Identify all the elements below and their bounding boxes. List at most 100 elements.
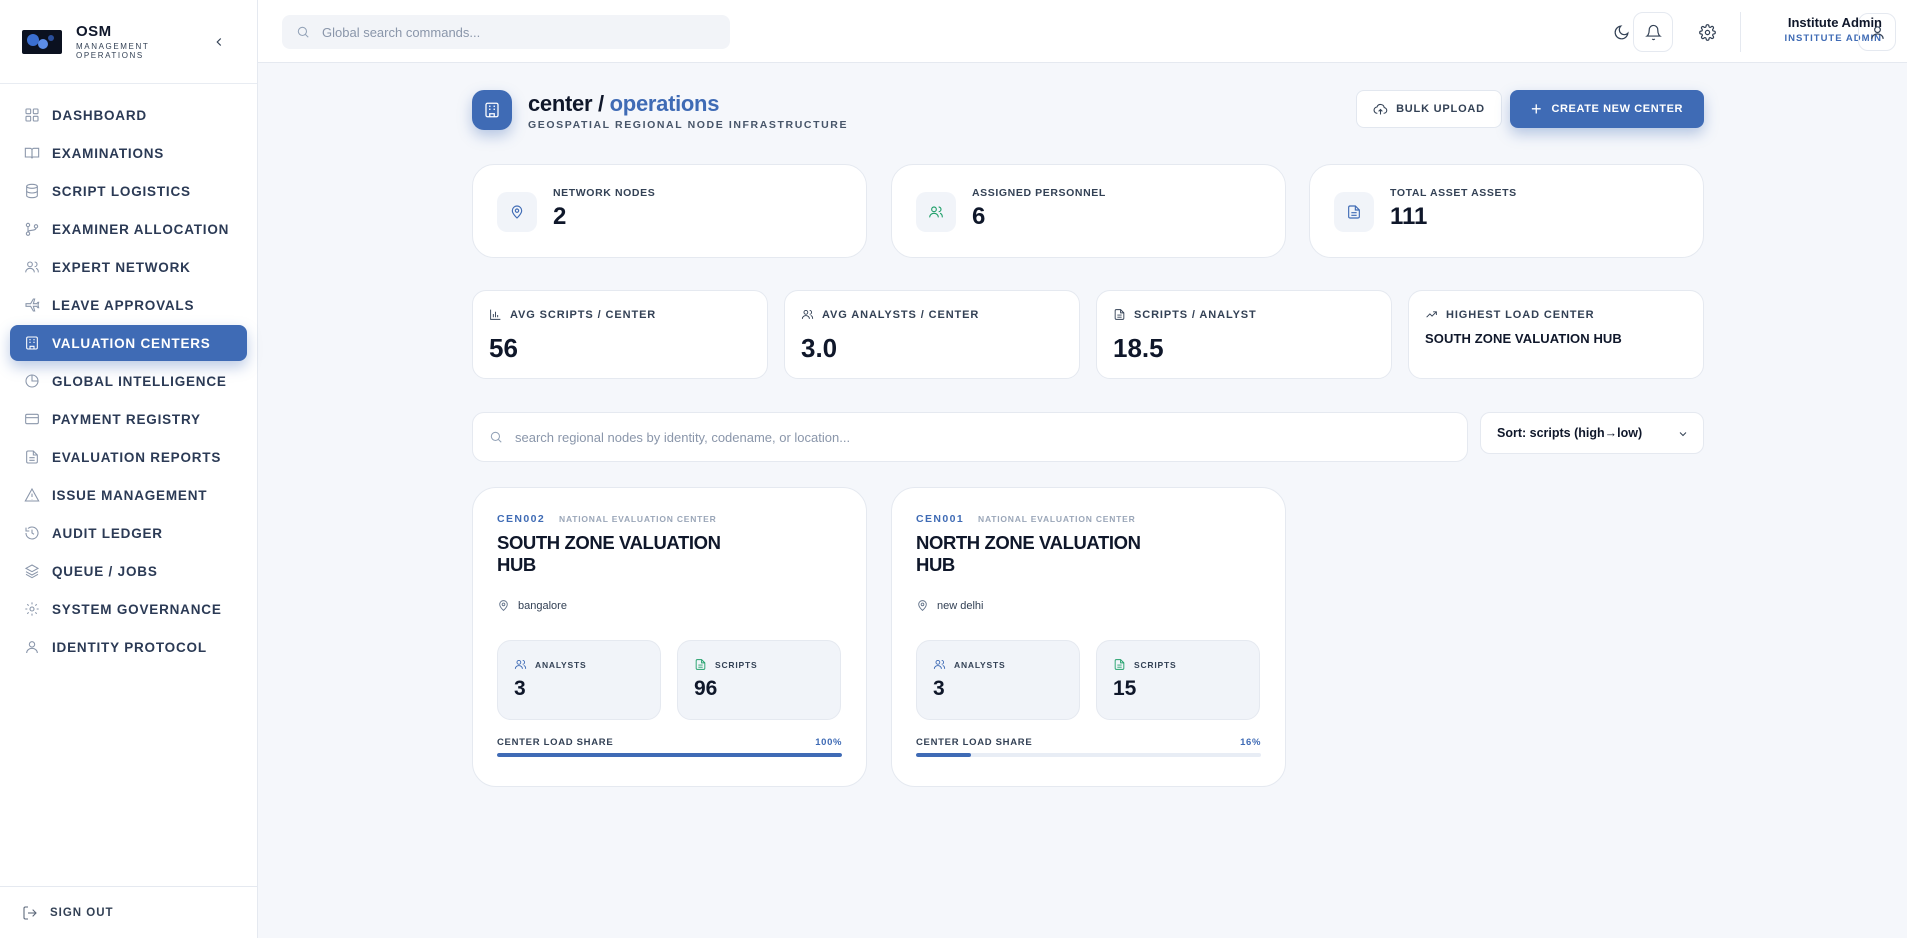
gear-icon xyxy=(25,602,39,616)
center-location-text: bangalore xyxy=(518,599,567,612)
center-name: SOUTH ZONE VALUATION HUB xyxy=(497,532,721,575)
analysts-box: ANALYSTS 3 xyxy=(916,640,1080,720)
map-pin-icon xyxy=(499,600,508,611)
page-icon xyxy=(472,90,512,130)
chevron-left-icon xyxy=(216,38,222,46)
file-text-icon xyxy=(695,659,706,670)
layers-icon xyxy=(24,564,40,579)
brand-title: OSM xyxy=(76,23,112,40)
sidebar-item-label: AUDIT LEDGER xyxy=(52,525,163,541)
sidebar-item-examiner-allocation[interactable]: EXAMINER ALLOCATION xyxy=(10,211,247,247)
stat-label: TOTAL ASSET ASSETS xyxy=(1390,187,1517,199)
search-icon xyxy=(297,26,309,38)
brand-logo xyxy=(22,29,62,54)
sidebar-item-script-logistics[interactable]: SCRIPT LOGISTICS xyxy=(10,173,247,209)
center-name: NORTH ZONE VALUATION HUB xyxy=(916,532,1141,575)
sidebar-item-queue-jobs[interactable]: QUEUE / JOBS xyxy=(10,553,247,589)
sidebar-item-global-intelligence[interactable]: GLOBAL INTELLIGENCE xyxy=(10,363,247,399)
bar-chart-icon xyxy=(490,309,501,320)
building-icon xyxy=(485,102,499,118)
sidebar-item-evaluation-reports[interactable]: EVALUATION REPORTS xyxy=(10,439,247,475)
settings-button[interactable] xyxy=(1687,12,1727,52)
bulk-upload-button[interactable]: BULK UPLOAD xyxy=(1356,90,1502,128)
analysts-value: 3 xyxy=(933,677,945,700)
load-share-bar xyxy=(497,753,842,757)
center-card[interactable]: CEN001 NATIONAL EVALUATION CENTER NORTH … xyxy=(891,487,1286,787)
global-search-input[interactable] xyxy=(322,24,722,40)
notifications-button[interactable] xyxy=(1633,12,1673,52)
sidebar-item-leave-approvals[interactable]: LEAVE APPROVALS xyxy=(10,287,247,323)
sidebar-item-expert-network[interactable]: EXPERT NETWORK xyxy=(10,249,247,285)
scripts-box: SCRIPTS 96 xyxy=(677,640,841,720)
file-text-icon xyxy=(1114,309,1125,320)
load-share-fill xyxy=(497,753,842,757)
sidebar-item-system-governance[interactable]: SYSTEM GOVERNANCE xyxy=(10,591,247,627)
header-divider xyxy=(1740,12,1741,52)
users-icon xyxy=(514,659,527,669)
create-center-label: CREATE NEW CENTER xyxy=(1551,103,1684,115)
sidebar-item-label: DASHBOARD xyxy=(52,107,147,123)
sidebar-item-audit-ledger[interactable]: AUDIT LEDGER xyxy=(10,515,247,551)
file-text-icon xyxy=(1114,659,1125,670)
stat-icon xyxy=(916,192,956,232)
stat-icon xyxy=(497,192,537,232)
sidebar-item-examinations[interactable]: EXAMINATIONS xyxy=(10,135,247,171)
collapse-sidebar-button[interactable] xyxy=(211,34,227,50)
pie-chart-icon xyxy=(25,374,39,388)
create-center-button[interactable]: + CREATE NEW CENTER xyxy=(1510,90,1704,128)
cloud-upload-icon xyxy=(1373,103,1388,114)
stat-label: AVG ANALYSTS / CENTER xyxy=(822,308,980,321)
global-search[interactable] xyxy=(282,15,730,49)
sidebar-item-dashboard[interactable]: DASHBOARD xyxy=(10,97,247,133)
brand: OSM MANAGEMENT OPERATIONS xyxy=(0,0,257,84)
center-type: NATIONAL EVALUATION CENTER xyxy=(559,514,717,524)
stat-avg-scripts: AVG SCRIPTS / CENTER 56 xyxy=(472,290,768,379)
scripts-label: SCRIPTS xyxy=(715,659,758,670)
filter-row: Sort: scripts (high→low) xyxy=(472,412,1704,462)
user-icon xyxy=(1870,25,1884,39)
users-icon xyxy=(801,309,814,319)
sidebar-item-valuation-centers[interactable]: VALUATION CENTERS xyxy=(10,325,247,361)
load-share-bar xyxy=(916,753,1261,757)
user-icon xyxy=(26,641,38,654)
secondary-stats: AVG SCRIPTS / CENTER 56 AVG ANALYSTS / C… xyxy=(472,290,1704,379)
database-icon xyxy=(26,183,38,199)
stat-value: 6 xyxy=(972,203,986,230)
sidebar-item-identity-protocol[interactable]: IDENTITY PROTOCOL xyxy=(10,629,247,665)
users-icon xyxy=(25,261,39,273)
sidebar-item-label: EVALUATION REPORTS xyxy=(52,449,222,465)
stat-label: ASSIGNED PERSONNEL xyxy=(972,187,1106,199)
sidebar-item-payment-registry[interactable]: PAYMENT REGISTRY xyxy=(10,401,247,437)
plane-icon xyxy=(25,298,40,312)
sidebar: OSM MANAGEMENT OPERATIONS DASHBOARD EXAM… xyxy=(0,0,258,938)
stat-total-assets: TOTAL ASSET ASSETS 111 xyxy=(1309,164,1704,258)
sidebar-item-label: SYSTEM GOVERNANCE xyxy=(52,601,222,617)
center-card[interactable]: CEN002 NATIONAL EVALUATION CENTER SOUTH … xyxy=(472,487,867,787)
sidebar-item-label: EXAMINER ALLOCATION xyxy=(52,221,230,237)
main-content: center / operations GEOSPATIAL REGIONAL … xyxy=(472,88,1704,787)
search-icon xyxy=(490,431,502,443)
sign-out-button[interactable]: SIGN OUT xyxy=(0,886,258,938)
primary-stats: NETWORK NODES 2 ASSIGNED PERSONNEL 6 TOT… xyxy=(472,164,1704,258)
stat-value: SOUTH ZONE VALUATION HUB xyxy=(1425,331,1622,346)
region-search[interactable] xyxy=(472,412,1468,462)
log-out-icon xyxy=(23,905,37,920)
avatar[interactable] xyxy=(1858,13,1896,51)
chevron-down-icon xyxy=(1679,432,1687,437)
sort-select[interactable]: Sort: scripts (high→low) xyxy=(1480,412,1704,454)
sidebar-item-label: GLOBAL INTELLIGENCE xyxy=(52,373,227,389)
page-header: center / operations GEOSPATIAL REGIONAL … xyxy=(472,88,1704,136)
center-location-text: new delhi xyxy=(937,599,984,612)
trending-up-icon xyxy=(1426,311,1437,318)
region-search-input[interactable] xyxy=(515,429,1455,445)
scripts-value: 15 xyxy=(1113,677,1137,700)
stat-value: 18.5 xyxy=(1113,333,1164,363)
users-icon xyxy=(929,206,943,218)
history-icon xyxy=(25,526,39,540)
sort-value: Sort: scripts (high→low) xyxy=(1497,426,1643,440)
sidebar-item-issue-management[interactable]: ISSUE MANAGEMENT xyxy=(10,477,247,513)
stat-label: AVG SCRIPTS / CENTER xyxy=(510,308,657,321)
load-share-label: CENTER LOAD SHARE xyxy=(497,737,614,748)
sidebar-item-label: SCRIPT LOGISTICS xyxy=(52,183,191,199)
stat-icon xyxy=(1334,192,1374,232)
